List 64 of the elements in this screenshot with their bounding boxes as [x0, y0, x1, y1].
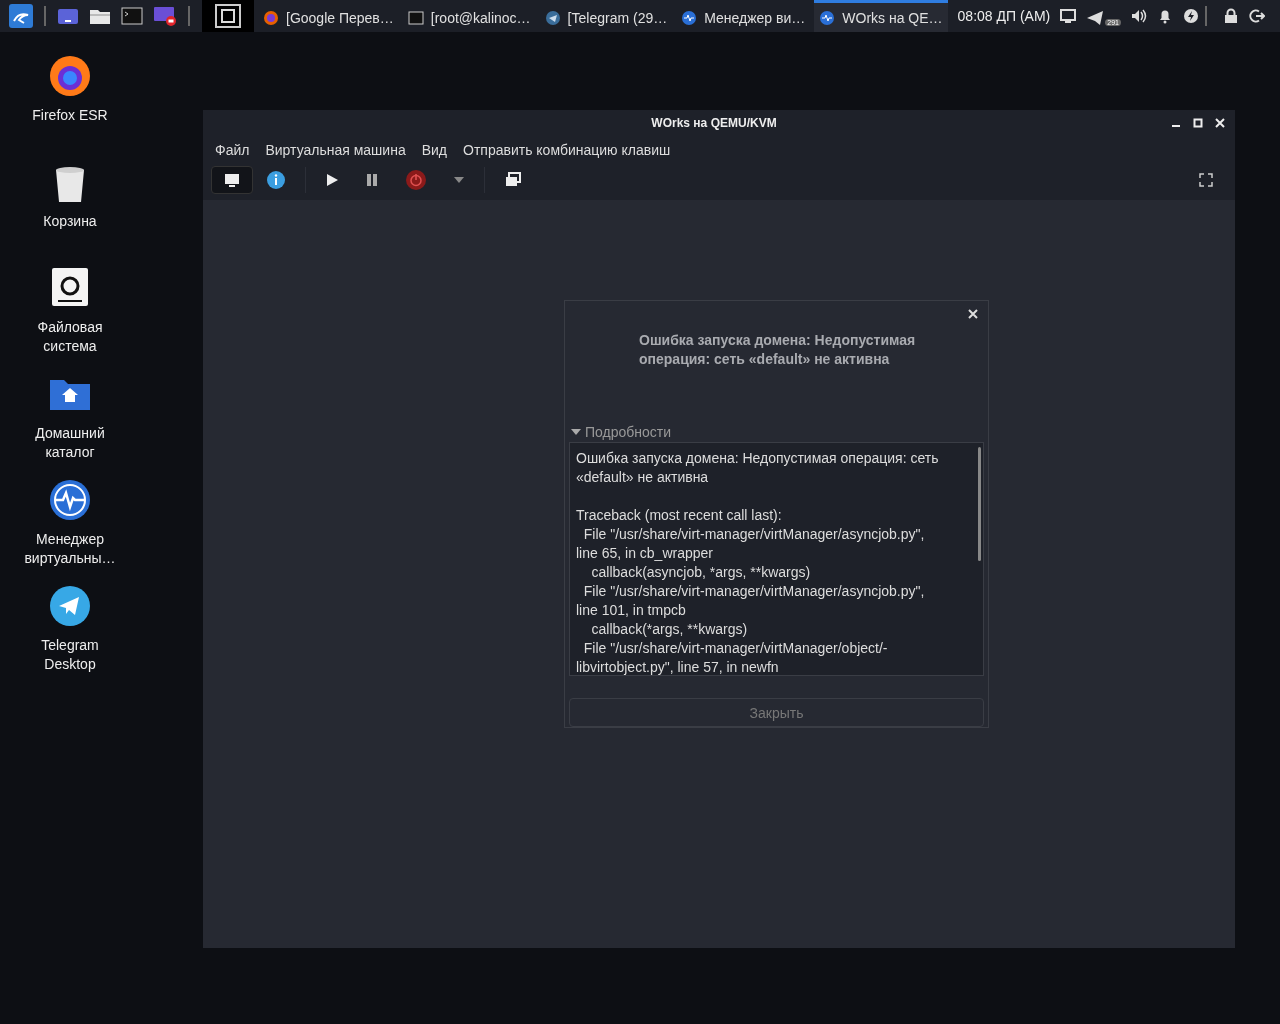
logout-icon[interactable]: [1248, 8, 1265, 24]
details-expander[interactable]: Подробности: [569, 409, 984, 442]
display-icon[interactable]: [1060, 8, 1077, 24]
details-line: callback(asyncjob, *args, **kwargs): [590, 562, 812, 582]
browser-icon: [263, 9, 279, 26]
paper-plane-icon[interactable]: [1086, 10, 1105, 26]
clock[interactable]: 08:08 ДП (AM): [957, 8, 1051, 24]
details-line: line 101, in tmpcb: [576, 600, 687, 620]
details-line: line 65, in cb_wrapper: [576, 543, 714, 563]
pause-icon[interactable]: [366, 173, 378, 187]
lock-icon[interactable]: [1222, 8, 1239, 24]
details-line: «default» не активна: [576, 467, 710, 487]
details-line: File "/usr/share/virt-manager/virtManager/asyncjob.py",: [582, 581, 926, 601]
workspace-switcher[interactable]: [202, 0, 254, 32]
close-icon[interactable]: [1215, 118, 1225, 128]
monitor-icon: [223, 171, 241, 189]
scrollbar[interactable]: [978, 446, 981, 561]
window-title: WOrks на QEMU/KVM: [651, 116, 777, 130]
terminal-icon: [407, 9, 424, 26]
caret-icon: [571, 426, 581, 437]
pulse-icon: [681, 9, 698, 26]
pulse-icon[interactable]: [48, 478, 92, 522]
terminal-icon[interactable]: [121, 6, 143, 26]
toolbar-button[interactable]: [211, 166, 253, 194]
firefox-icon[interactable]: [48, 54, 92, 98]
screen-recorder-icon[interactable]: [153, 5, 177, 27]
taskbar-window-button[interactable]: [Telegram (29…: [539, 0, 673, 32]
caret-icon[interactable]: [454, 177, 464, 183]
power-icon[interactable]: [406, 170, 426, 190]
dragon-logo-icon[interactable]: [9, 4, 33, 28]
desktop-icon-label[interactable]: Корзина: [14, 212, 126, 231]
paper-plane-icon: [544, 9, 561, 26]
paper-plane-icon[interactable]: [48, 584, 92, 628]
desktop-icon-label[interactable]: Telegram Desktop: [14, 636, 126, 674]
pulse-icon: [819, 9, 836, 26]
fullscreen-icon[interactable]: [1199, 173, 1213, 187]
taskbar-window-button[interactable]: [Google Перев…: [258, 0, 399, 32]
desktop-icon-label[interactable]: Домашний каталог: [14, 424, 126, 462]
maximize-icon[interactable]: [1193, 118, 1203, 128]
close-icon[interactable]: [968, 309, 978, 319]
desktop-icon-label[interactable]: Файловая система: [14, 318, 126, 356]
volume-icon[interactable]: [1130, 8, 1147, 24]
details-line: File "/usr/share/virt-manager/virtManager/asyncjob.py",: [582, 524, 926, 544]
menu-item[interactable]: Виртуальная машина: [265, 142, 406, 158]
desktop-icon[interactable]: [57, 6, 79, 26]
taskbar-window-button[interactable]: Менеджер ви…: [676, 0, 811, 32]
taskbar-window-button[interactable]: WOrks на QE…: [814, 0, 948, 32]
menu-item[interactable]: Вид: [421, 142, 448, 158]
menu-item[interactable]: Файл: [215, 142, 250, 158]
info-icon: [267, 171, 285, 189]
windows-stack-icon[interactable]: [505, 172, 521, 188]
details-line: libvirtobject.py", line 57, in newfn: [576, 657, 780, 676]
details-line: File "/usr/share/virt-manager/virtManager/object/-: [582, 638, 889, 658]
desktop-icon-label[interactable]: Менеджер виртуальны…: [14, 530, 126, 568]
desktop-icon-label[interactable]: Firefox ESR: [14, 106, 126, 125]
power-bolt-icon[interactable]: [1182, 8, 1199, 24]
window-frame-icon: [215, 4, 241, 28]
details-line: Ошибка запуска домена: Недопустимая операция: сеть: [576, 448, 940, 468]
play-icon[interactable]: [326, 173, 338, 187]
taskbar-window-button[interactable]: [root@kalinoc…: [402, 0, 536, 32]
details-line: callback(*args, **kwargs): [590, 619, 749, 639]
details-line: Traceback (most recent call last):: [576, 505, 783, 525]
error-message: Ошибка запуска домена: Недопустимая операция: сеть «default» не активна: [638, 331, 917, 369]
menu-item[interactable]: Отправить комбинацию клавиш: [463, 142, 671, 158]
